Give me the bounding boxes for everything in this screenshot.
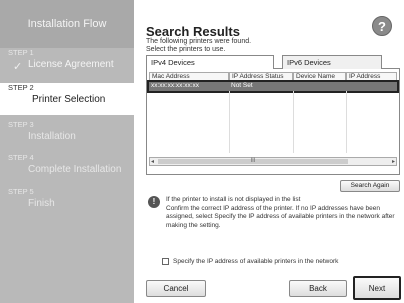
grid-line (293, 91, 294, 153)
horizontal-scrollbar[interactable]: ◂ III ▸ (149, 157, 397, 166)
scroll-right-arrow-icon[interactable]: ▸ (392, 158, 395, 165)
table-row[interactable]: xx:xx:xx:xx:xx:xx Not Set (147, 80, 399, 93)
step-number: STEP 3 (8, 120, 34, 129)
step-finish: STEP 5 Finish (0, 187, 134, 209)
page-title: Search Results (146, 24, 240, 39)
step-number: STEP 1 (8, 48, 34, 57)
table-header: Mac Address IP Address Status Device Nam… (149, 72, 397, 81)
device-tabs: IPv4 Devices IPv6 Devices (146, 55, 400, 70)
cell-device-name (293, 82, 346, 91)
cell-ip-address (346, 82, 397, 91)
installation-flow-sidebar: Installation Flow STEP 1 ✓ License Agree… (0, 0, 138, 303)
sidebar-header: Installation Flow (0, 0, 134, 48)
grid-line (229, 91, 230, 153)
help-icon[interactable]: ? (372, 16, 392, 36)
step-license-agreement: STEP 1 ✓ License Agreement (0, 48, 134, 78)
main-panel: Search Results The following printers we… (134, 0, 404, 303)
subtitle-select: Select the printers to use. (146, 46, 226, 53)
specify-ip-checkbox[interactable] (162, 258, 169, 265)
printer-list-panel: Mac Address IP Address Status Device Nam… (146, 69, 400, 175)
grid-line (346, 91, 347, 153)
column-mac-address[interactable]: Mac Address (149, 72, 229, 81)
info-text: If the printer to install is not display… (166, 196, 395, 229)
specify-ip-label: Specify the IP address of available prin… (173, 258, 339, 265)
column-ip-status[interactable]: IP Address Status (229, 72, 293, 81)
search-again-button[interactable]: Search Again (340, 180, 400, 192)
cell-ip-status: Not Set (231, 82, 253, 89)
step-name: Printer Selection (32, 94, 106, 105)
step-installation: STEP 3 Installation (0, 120, 134, 142)
scroll-thumb[interactable]: III (158, 158, 348, 164)
step-name: Complete Installation (28, 164, 122, 175)
tab-ipv6-devices[interactable]: IPv6 Devices (282, 55, 382, 69)
step-name: Installation (28, 131, 76, 142)
step-number: STEP 5 (8, 187, 34, 196)
step-number: STEP 2 (8, 83, 34, 92)
step-printer-selection: STEP 2 Printer Selection (0, 83, 138, 115)
step-complete-installation: STEP 4 Complete Installation (0, 153, 134, 175)
scroll-left-arrow-icon[interactable]: ◂ (151, 158, 154, 165)
cell-mac-address: xx:xx:xx:xx:xx:xx (151, 82, 200, 89)
tab-ipv4-devices[interactable]: IPv4 Devices (146, 55, 274, 70)
column-device-name[interactable]: Device Name (293, 72, 346, 81)
step-name: License Agreement (28, 59, 114, 70)
check-icon: ✓ (13, 61, 23, 73)
step-name: Finish (28, 198, 55, 209)
back-button[interactable]: Back (289, 280, 347, 297)
subtitle-found: The following printers were found. (146, 38, 252, 45)
next-button[interactable]: Next (353, 276, 401, 300)
specify-ip-checkbox-row[interactable]: Specify the IP address of available prin… (162, 258, 338, 265)
table-grid (149, 91, 397, 153)
step-number: STEP 4 (8, 153, 34, 162)
cancel-button[interactable]: Cancel (146, 280, 206, 297)
exclamation-icon: ! (148, 196, 160, 208)
column-ip-address[interactable]: IP Address (346, 72, 397, 81)
